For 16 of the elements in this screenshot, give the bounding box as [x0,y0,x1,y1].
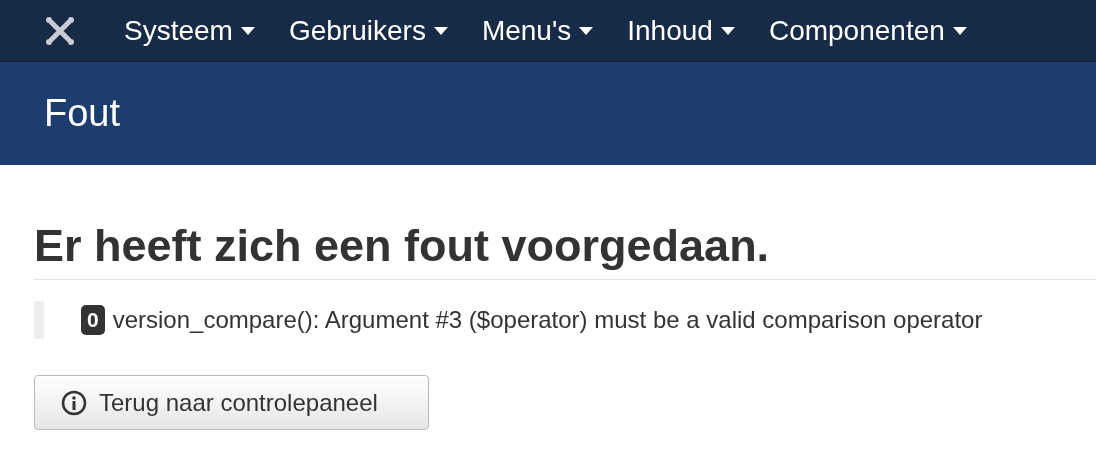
info-icon [61,389,87,416]
caret-icon [433,26,448,35]
error-message: version_compare(): Argument #3 ($operator) must be a valid comparison operator [112,306,983,334]
error-code: 0 [81,305,105,335]
caret-icon [952,26,967,35]
back-button[interactable]: Terug naar controlepaneel [34,375,429,430]
error-heading: Er heeft zich een fout voorgedaan. [34,219,771,273]
nav-menu[interactable]: Componenten [751,14,984,47]
nav-menu[interactable]: Inhoud [610,14,752,47]
page-title: Fout [44,92,121,135]
nav-menu[interactable]: Menu's [464,14,611,47]
caret-icon [720,26,735,35]
caret-icon [240,26,255,35]
nav-menu[interactable]: Gebruikers [271,14,465,47]
caret-icon [579,26,594,35]
nav-menu[interactable]: Systeem [107,14,272,47]
